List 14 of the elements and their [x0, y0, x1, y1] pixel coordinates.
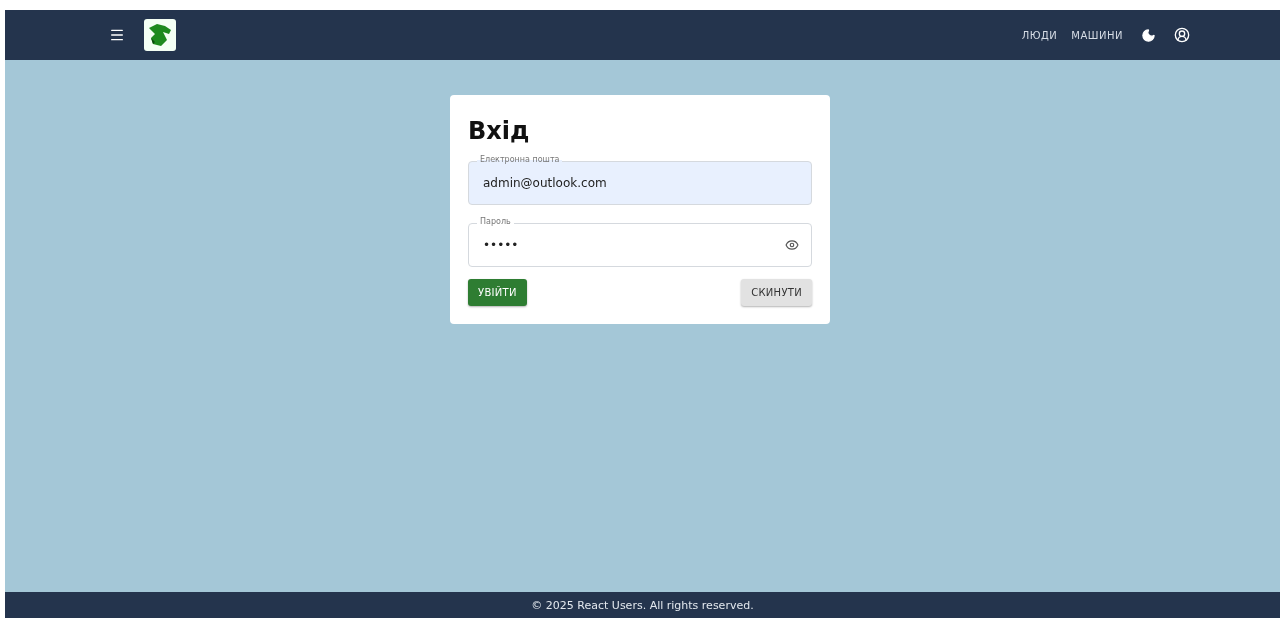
nav-link[interactable]: МАШИНИ — [1071, 29, 1123, 41]
reset-button[interactable]: СКИНУТИ — [741, 279, 812, 306]
login-title: Вхід — [468, 117, 531, 145]
dark-mode-icon[interactable] — [1141, 27, 1156, 43]
eye-icon[interactable] — [785, 238, 799, 252]
menu-icon[interactable] — [109, 27, 125, 43]
login-button[interactable]: УВІЙТИ — [468, 279, 527, 306]
nav-link[interactable]: ЛЮДИ — [1021, 29, 1058, 41]
field-label: Електронна пошта — [477, 155, 563, 165]
field-input[interactable]: ••••• — [481, 237, 781, 253]
field-input[interactable]: admin@outlook.com — [481, 175, 799, 191]
field-label: Пароль — [477, 217, 514, 227]
copyright-text: © 2025 React Users. All rights reserved. — [531, 598, 754, 612]
account-icon[interactable] — [1174, 27, 1190, 43]
